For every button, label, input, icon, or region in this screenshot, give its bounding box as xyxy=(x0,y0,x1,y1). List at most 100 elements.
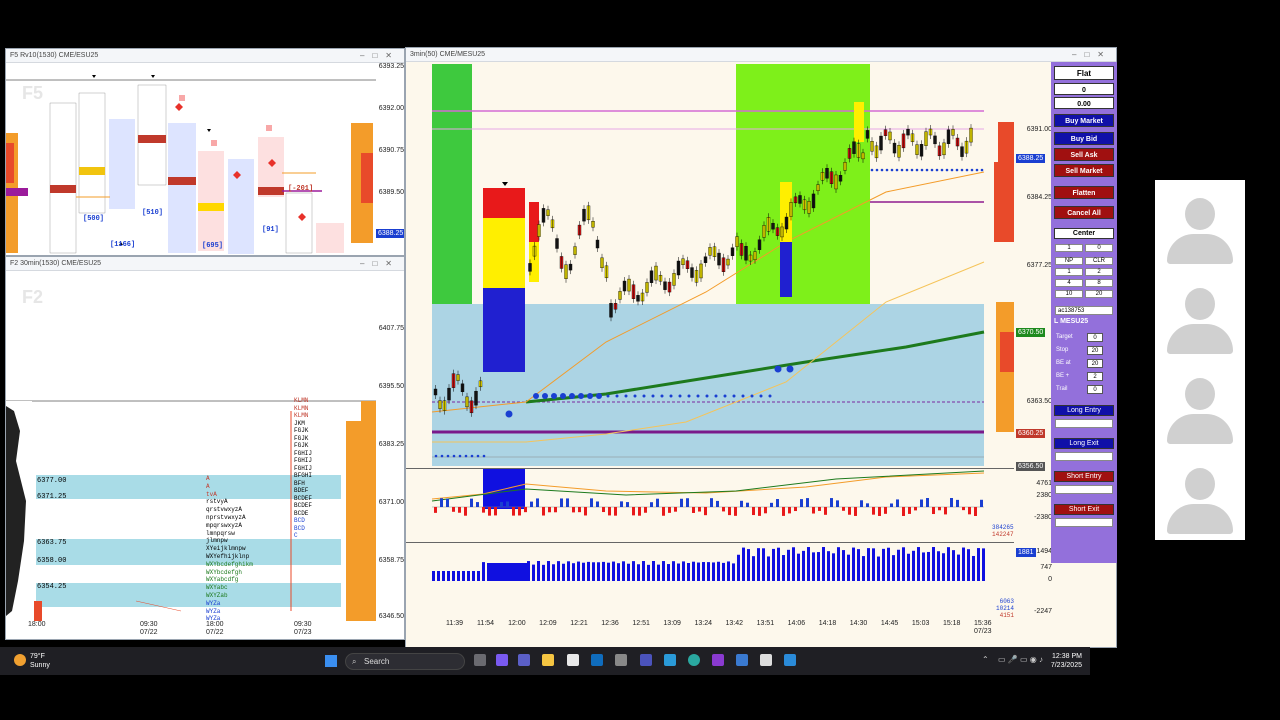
visual-studio-icon[interactable] xyxy=(712,654,724,666)
photos-icon[interactable] xyxy=(664,654,676,666)
participant-avatar xyxy=(1155,360,1245,450)
window-controls[interactable]: –□✕ xyxy=(1072,48,1112,62)
price-tag-green: 6370.50 xyxy=(1016,328,1046,337)
f2-titlebar[interactable]: F2 30min(1530) CME/ESU25 –□✕ xyxy=(6,257,404,271)
edge-icon[interactable] xyxy=(688,654,700,666)
long-exit-button[interactable]: Long Exit xyxy=(1054,438,1114,449)
tpo-row: WYZa xyxy=(206,607,221,615)
app-icon[interactable] xyxy=(760,654,772,666)
cvd-pane[interactable] xyxy=(406,468,1014,542)
atm-field-label: Stop xyxy=(1056,347,1069,353)
level-label: 6371.25 xyxy=(37,493,67,501)
short-entry-button[interactable]: Short Entry xyxy=(1054,471,1114,482)
atm-field-input[interactable]: 0 xyxy=(1087,385,1103,394)
tpo-row: BCDEF xyxy=(294,494,313,502)
atm-field-input[interactable]: 0 xyxy=(1087,333,1103,342)
date-label: 07/22 xyxy=(206,629,224,636)
time-label: 11:39 xyxy=(446,620,463,627)
clock[interactable]: 12:38 PM 7/23/2025 xyxy=(1051,652,1082,670)
tray-chevron-icon[interactable]: ⌃ xyxy=(982,655,989,664)
price-label: 6389.50 xyxy=(378,189,404,196)
qty-1-button[interactable]: 1 xyxy=(1055,268,1083,276)
f2-chart[interactable]: F2 6377.00 6371.25 6363.75 6358.00 6354.… xyxy=(6,271,376,630)
tpo-row: WXYbcdefghikm xyxy=(206,560,253,568)
center-button[interactable]: Center xyxy=(1054,228,1114,239)
search-box[interactable]: ⌕ Search xyxy=(345,653,465,670)
time-label: 15:36 xyxy=(974,620,992,627)
price-label: 6384.25 xyxy=(1026,194,1052,201)
weather-widget[interactable]: 79°F Sunny xyxy=(14,652,50,670)
cvd-label: 4761 xyxy=(1036,480,1052,487)
f5-chart[interactable]: F5 [500] [1166] [510] [695] [91] [-201] xyxy=(6,63,376,255)
short-exit-button[interactable]: Short Exit xyxy=(1054,504,1114,515)
tpo-row: FGJK xyxy=(294,442,309,449)
clr-button[interactable]: CLR xyxy=(1085,257,1113,265)
price-chart[interactable] xyxy=(406,62,1014,468)
account-select[interactable]: ac138753 xyxy=(1055,306,1113,315)
tpo-profile-left: A AtvA rstvyA qrstvwxyzA nprstvwxyzA mpqrswxy… xyxy=(206,475,286,631)
f5-footprint-svg xyxy=(6,75,376,254)
short-exit-select[interactable] xyxy=(1055,518,1113,527)
footprint-total: [-201] xyxy=(288,185,314,193)
clock-date: 7/23/2025 xyxy=(1050,662,1082,669)
order-entry-panel: Flat 0 0.00 Buy Market Buy Bid Sell Ask … xyxy=(1051,62,1117,563)
atm-field-input[interactable]: 20 xyxy=(1087,359,1103,368)
main-titlebar[interactable]: 3min(50) CME/MESU25 –□✕ xyxy=(406,48,1116,62)
sell-ask-button[interactable]: Sell Ask xyxy=(1054,148,1114,161)
buy-market-button[interactable]: Buy Market xyxy=(1054,114,1114,127)
time-label: 13:24 xyxy=(694,620,712,627)
window-controls[interactable]: –□✕ xyxy=(360,49,400,63)
file-explorer-icon[interactable] xyxy=(542,654,554,666)
long-entry-select[interactable] xyxy=(1055,419,1113,428)
atm-field-input[interactable]: 20 xyxy=(1087,346,1103,355)
settings-icon[interactable] xyxy=(615,654,627,666)
f5-chart-window[interactable]: F5 Rv10(1530) CME/ESU25 –□✕ F5 [500] [11… xyxy=(5,48,405,256)
qty-2-button[interactable]: 2 xyxy=(1085,268,1113,276)
price-label: 6393.25 xyxy=(378,63,404,70)
f5-titlebar[interactable]: F5 Rv10(1530) CME/ESU25 –□✕ xyxy=(6,49,404,63)
qty-20-button[interactable]: 20 xyxy=(1085,290,1113,298)
f2-chart-window[interactable]: F2 30min(1530) CME/ESU25 –□✕ F2 6377.00 … xyxy=(5,256,405,640)
long-exit-select[interactable] xyxy=(1055,452,1113,461)
volume-label: -2247 xyxy=(1034,608,1052,615)
cvd-axis: 4761 2380 -2380 xyxy=(1014,468,1054,542)
qty-10-button[interactable]: 10 xyxy=(1055,290,1083,298)
instrument-label: L MESU25 xyxy=(1054,318,1089,325)
tpo-row: WXYZab xyxy=(206,591,228,599)
volume-label: 1494 xyxy=(1036,548,1052,555)
price-tag-blue: 6388.25 xyxy=(1016,154,1046,163)
np-button[interactable]: NP xyxy=(1055,257,1083,265)
task-view-icon[interactable] xyxy=(474,654,486,666)
tpo-row: tvA xyxy=(206,490,217,498)
outlook-icon[interactable] xyxy=(591,654,603,666)
main-chart-window[interactable]: 3min(50) CME/MESU25 –□✕ 6391.00 6384.25 … xyxy=(405,47,1117,648)
ninjatrader-icon[interactable] xyxy=(736,654,748,666)
flatten-button[interactable]: Flatten xyxy=(1054,186,1114,199)
short-entry-select[interactable] xyxy=(1055,485,1113,494)
copilot-icon[interactable] xyxy=(496,654,508,666)
quantity-input[interactable]: 1 xyxy=(1055,244,1083,252)
atm-field-label: Target xyxy=(1056,334,1073,340)
qty-4-button[interactable]: 4 xyxy=(1055,279,1083,287)
f2-price-axis: 6407.75 6395.50 6383.25 6371.00 6358.75 … xyxy=(376,271,404,621)
long-entry-button[interactable]: Long Entry xyxy=(1054,405,1114,416)
tpo-row: JKM xyxy=(294,419,305,427)
teams-2-icon[interactable] xyxy=(640,654,652,666)
cancel-all-button[interactable]: Cancel All xyxy=(1054,206,1114,219)
buy-bid-button[interactable]: Buy Bid xyxy=(1054,132,1114,145)
tpo-row: KLMN xyxy=(294,397,309,404)
main-title: 3min(50) CME/MESU25 xyxy=(410,51,486,58)
app-2-icon[interactable] xyxy=(784,654,796,666)
atm-field-input[interactable]: 2 xyxy=(1087,372,1103,381)
start-icon[interactable] xyxy=(325,655,337,667)
sell-market-button[interactable]: Sell Market xyxy=(1054,164,1114,177)
clock-time: 12:38 PM xyxy=(1052,653,1082,660)
window-controls[interactable]: –□✕ xyxy=(360,257,400,271)
volume-pane[interactable] xyxy=(406,542,1014,618)
store-icon[interactable] xyxy=(567,654,579,666)
tray-icons[interactable]: ▭ 🎤 ▭ ◉ ♪ xyxy=(998,655,1043,664)
teams-icon[interactable] xyxy=(518,654,530,666)
tpo-row: WXYabc xyxy=(206,584,228,592)
qty-8-button[interactable]: 8 xyxy=(1085,279,1113,287)
tpo-row: A xyxy=(206,475,210,482)
